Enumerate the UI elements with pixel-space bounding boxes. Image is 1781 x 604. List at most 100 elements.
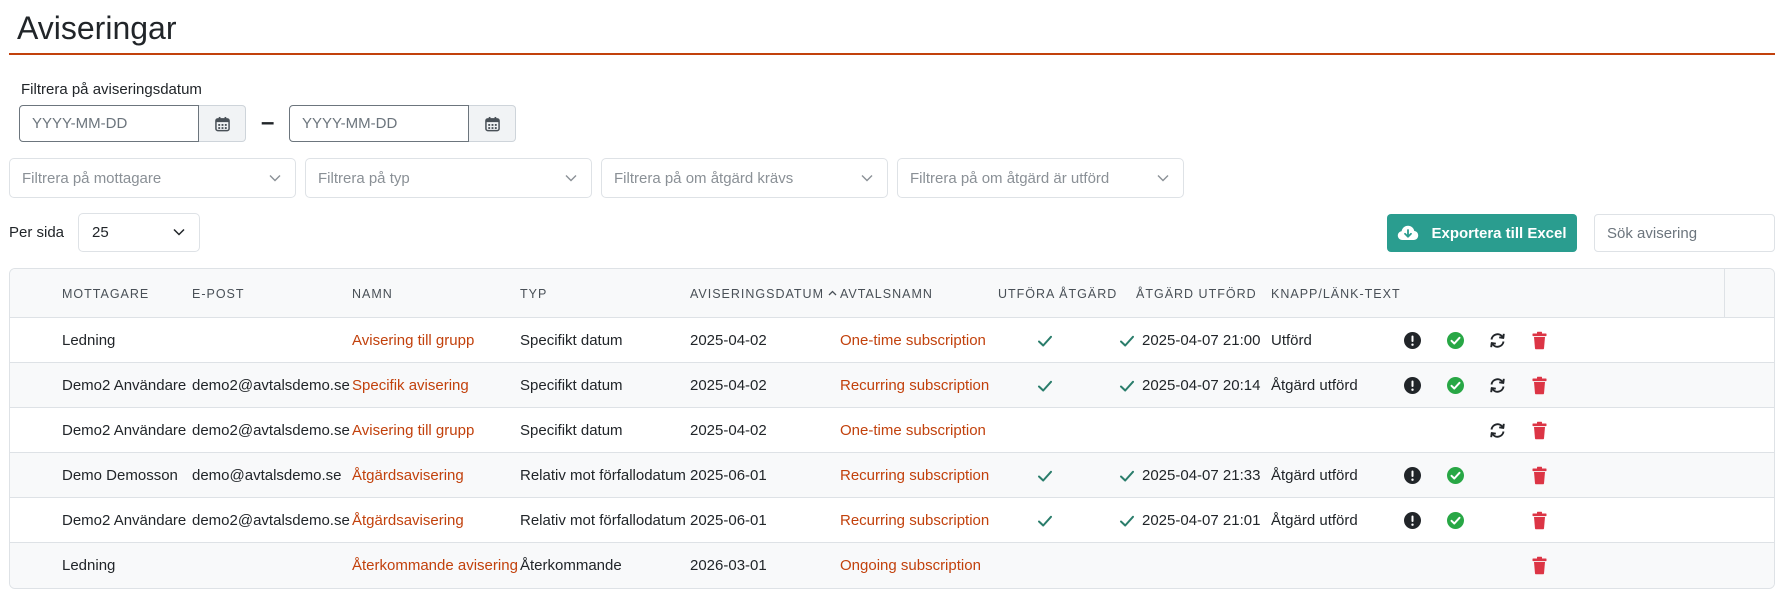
column-header-date[interactable]: Aviseringsdatum: [690, 287, 837, 301]
cell-recipient: Demo2 Användare: [62, 377, 187, 394]
cell-button-text: Utförd: [1271, 332, 1312, 349]
cell-contract-link[interactable]: One-time subscription: [840, 332, 986, 350]
cell-contract-link[interactable]: Recurring subscription: [840, 512, 989, 530]
cell-name-link[interactable]: Åtgärdsavisering: [352, 467, 464, 485]
cell-action-done: 2025-04-07 21:00: [1142, 332, 1261, 349]
cell-recipient: Ledning: [62, 557, 116, 574]
table-row: Ledning Avisering till grupp Specifikt dat…: [10, 318, 1774, 363]
date-to-calendar-button[interactable]: [469, 105, 516, 142]
cell-contract-link[interactable]: Ongoing subscription: [840, 557, 981, 575]
table-row: Demo2 Användare demo2@avtalsdemo.se Specif…: [10, 363, 1774, 408]
action-done-check-icon: [1118, 467, 1136, 485]
table-header: Mottagare E-post Namn Typ Aviseringsdatu…: [10, 269, 1774, 318]
cell-action-done: 2025-04-07 20:14: [1142, 377, 1261, 394]
action-done-check-icon: [1118, 332, 1136, 350]
cell-email: demo2@avtalsdemo.se: [192, 377, 350, 394]
table-row: Ledning Återkommande avisering Återkommand…: [10, 543, 1774, 588]
column-header-action-required[interactable]: Utföra åtgärd: [998, 287, 1117, 301]
cell-recipient: Demo Demosson: [62, 467, 178, 484]
action-done-filter-select[interactable]: Filtrera på om åtgärd är utförd: [897, 158, 1184, 198]
recipient-filter-select[interactable]: Filtrera på mottagare: [9, 158, 296, 198]
column-header-contract[interactable]: Avtalsnamn: [840, 287, 933, 301]
exclamation-circle-icon[interactable]: [1403, 466, 1422, 485]
cell-name-link[interactable]: Specifik avisering: [352, 377, 469, 395]
cell-type: Relativ mot förfallodatum: [520, 512, 686, 529]
column-header-date-label: Aviseringsdatum: [690, 287, 824, 301]
cell-name-link[interactable]: Återkommande avisering: [352, 557, 518, 575]
exclamation-circle-icon[interactable]: [1403, 331, 1422, 350]
cell-button-text: Åtgärd utförd: [1271, 377, 1358, 394]
cell-date: 2025-06-01: [690, 467, 767, 484]
cell-name-link[interactable]: Avisering till grupp: [352, 422, 474, 440]
exclamation-circle-icon[interactable]: [1403, 376, 1422, 395]
chevron-down-icon: [565, 175, 577, 182]
sync-icon[interactable]: [1488, 421, 1507, 440]
action-required-check-icon: [1036, 512, 1054, 530]
date-from-calendar-button[interactable]: [199, 105, 246, 142]
cell-date: 2025-04-02: [690, 422, 767, 439]
notifications-table: Mottagare E-post Namn Typ Aviseringsdatu…: [9, 268, 1775, 589]
cell-type: Relativ mot förfallodatum: [520, 467, 686, 484]
cell-name-link[interactable]: Avisering till grupp: [352, 332, 474, 350]
cell-email: demo2@avtalsdemo.se: [192, 512, 350, 529]
cell-type: Specifikt datum: [520, 332, 623, 349]
date-filter-label: Filtrera på aviseringsdatum: [21, 81, 202, 98]
trash-icon[interactable]: [1530, 556, 1549, 575]
sync-icon[interactable]: [1488, 331, 1507, 350]
cell-recipient: Ledning: [62, 332, 116, 349]
header-divider: [1724, 269, 1725, 318]
check-circle-icon[interactable]: [1446, 376, 1465, 395]
table-row: Demo2 Användare demo2@avtalsdemo.se Aviser…: [10, 408, 1774, 453]
trash-icon[interactable]: [1530, 466, 1549, 485]
export-excel-button[interactable]: Exportera till Excel: [1387, 214, 1577, 252]
sort-ascending-icon: [829, 290, 837, 296]
cloud-download-icon: [1398, 225, 1419, 240]
cell-type: Specifikt datum: [520, 377, 623, 394]
per-page-label: Per sida: [9, 224, 65, 241]
cell-email: demo2@avtalsdemo.se: [192, 422, 350, 439]
trash-icon[interactable]: [1530, 511, 1549, 530]
cell-button-text: Åtgärd utförd: [1271, 467, 1358, 484]
trash-icon[interactable]: [1530, 331, 1549, 350]
cell-date: 2025-04-02: [690, 332, 767, 349]
column-header-name[interactable]: Namn: [352, 287, 393, 301]
column-header-action-done[interactable]: Åtgärd utförd: [1136, 287, 1257, 301]
trash-icon[interactable]: [1530, 421, 1549, 440]
search-input[interactable]: Sök avisering: [1594, 214, 1775, 252]
cell-email: demo@avtalsdemo.se: [192, 467, 342, 484]
cell-name-link[interactable]: Åtgärdsavisering: [352, 512, 464, 530]
recipient-filter-placeholder: Filtrera på mottagare: [22, 169, 162, 187]
check-circle-icon[interactable]: [1446, 466, 1465, 485]
action-required-check-icon: [1036, 467, 1054, 485]
chevron-down-icon: [173, 228, 185, 236]
date-to-input[interactable]: YYYY-MM-DD: [289, 105, 469, 142]
cell-action-done: 2025-04-07 21:33: [1142, 467, 1261, 484]
cell-type: Specifikt datum: [520, 422, 623, 439]
cell-type: Återkommande: [520, 557, 622, 574]
cell-date: 2025-06-01: [690, 512, 767, 529]
cell-date: 2026-03-01: [690, 557, 767, 574]
cell-contract-link[interactable]: Recurring subscription: [840, 467, 989, 485]
cell-contract-link[interactable]: One-time subscription: [840, 422, 986, 440]
action-required-filter-select[interactable]: Filtrera på om åtgärd krävs: [601, 158, 888, 198]
column-header-email[interactable]: E-post: [192, 287, 245, 301]
column-header-type[interactable]: Typ: [520, 287, 547, 301]
column-header-recipient[interactable]: Mottagare: [62, 287, 149, 301]
check-circle-icon[interactable]: [1446, 331, 1465, 350]
per-page-select[interactable]: 25: [78, 213, 200, 252]
date-range-separator: –: [261, 109, 275, 136]
export-excel-label: Exportera till Excel: [1431, 224, 1567, 242]
calendar-icon: [214, 116, 230, 131]
check-circle-icon[interactable]: [1446, 511, 1465, 530]
sync-icon[interactable]: [1488, 376, 1507, 395]
cell-contract-link[interactable]: Recurring subscription: [840, 377, 989, 395]
type-filter-select[interactable]: Filtrera på typ: [305, 158, 592, 198]
column-header-button-text[interactable]: Knapp/länk-text: [1271, 287, 1401, 301]
title-divider: [9, 53, 1775, 55]
date-from-input[interactable]: YYYY-MM-DD: [19, 105, 199, 142]
trash-icon[interactable]: [1530, 376, 1549, 395]
calendar-icon: [484, 116, 500, 131]
exclamation-circle-icon[interactable]: [1403, 511, 1422, 530]
per-page-value: 25: [92, 224, 109, 241]
chevron-down-icon: [269, 175, 281, 182]
